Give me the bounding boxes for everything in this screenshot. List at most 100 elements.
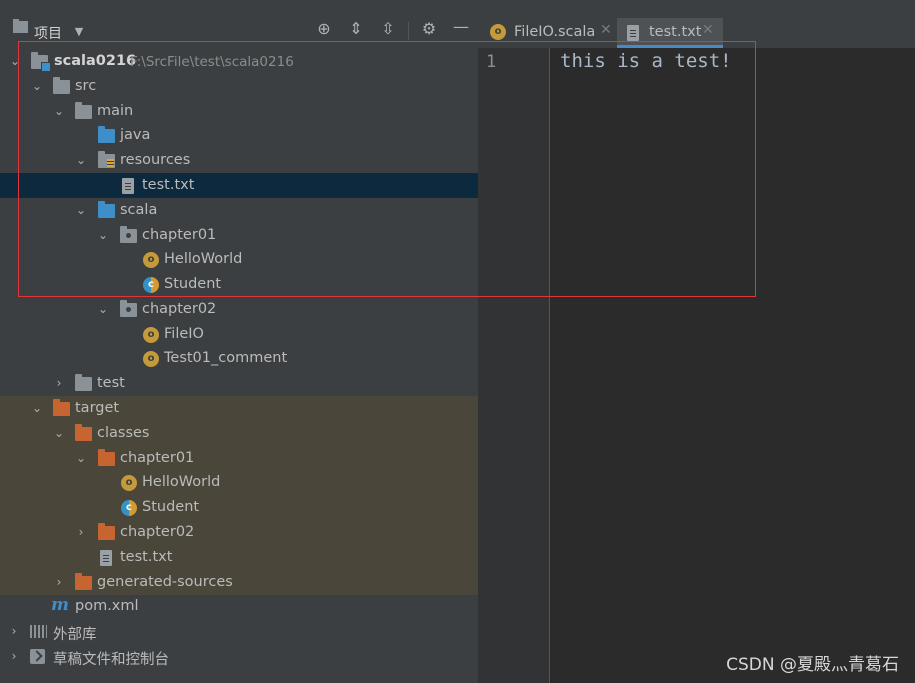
tree-item-folder[interactable]: ⌄ resources bbox=[0, 148, 478, 173]
tree-item-excluded-folder[interactable]: ⌄ chapter01 bbox=[0, 446, 478, 471]
chevron-right-icon[interactable]: › bbox=[7, 624, 21, 638]
excluded-folder-icon bbox=[53, 399, 70, 416]
scala-object-icon: o bbox=[143, 351, 159, 367]
chevron-right-icon[interactable]: › bbox=[52, 575, 66, 589]
project-view-icon[interactable] bbox=[12, 19, 30, 37]
code-line[interactable]: this is a test! bbox=[560, 50, 732, 72]
tree-item-package[interactable]: ⌄ chapter01 bbox=[0, 223, 478, 248]
locate-file-icon[interactable]: ⊕ bbox=[315, 20, 333, 38]
chevron-down-icon[interactable]: ⌄ bbox=[96, 228, 110, 242]
tree-item-external-libraries[interactable]: › 外部库 bbox=[0, 619, 478, 644]
chevron-down-icon[interactable]: ⌄ bbox=[74, 153, 88, 167]
chevron-down-icon[interactable]: ⌄ bbox=[52, 426, 66, 440]
text-file-icon bbox=[122, 178, 134, 194]
tree-item-label: chapter01 bbox=[142, 227, 217, 243]
tree-item-excluded-folder[interactable]: ⌄ classes bbox=[0, 421, 478, 446]
chevron-right-icon[interactable]: › bbox=[7, 649, 21, 663]
tree-item-file-selected[interactable]: test.txt bbox=[0, 173, 478, 198]
folder-icon bbox=[75, 102, 92, 119]
text-file-icon bbox=[100, 550, 112, 566]
tree-item-module[interactable]: ⌄ scala0216 F:\SrcFile\test\scala0216 bbox=[0, 49, 478, 74]
tab-test-txt[interactable]: test.txt ✕ bbox=[617, 18, 723, 48]
editor-tabs: o FileIO.scala ✕ test.txt ✕ bbox=[478, 8, 915, 48]
module-folder-icon bbox=[31, 52, 51, 72]
chevron-down-icon[interactable]: ⌄ bbox=[8, 54, 22, 68]
expand-all-icon[interactable]: ⇕ bbox=[347, 20, 365, 38]
project-view-title[interactable]: 项目 bbox=[34, 23, 62, 43]
tree-item-label: test bbox=[97, 375, 125, 391]
tree-item-label: java bbox=[120, 127, 151, 143]
tree-item-excluded-folder[interactable]: › chapter02 bbox=[0, 520, 478, 545]
gear-icon[interactable]: ⚙ bbox=[420, 20, 438, 38]
dropdown-arrow-icon[interactable]: ▼ bbox=[70, 23, 88, 41]
tree-item-label: main bbox=[97, 103, 134, 119]
tree-item-label: generated-sources bbox=[97, 574, 233, 590]
tree-item-label: chapter02 bbox=[142, 301, 217, 317]
scala-object-icon: o bbox=[121, 475, 137, 491]
text-file-icon bbox=[627, 25, 639, 41]
tree-item-label: src bbox=[75, 78, 97, 94]
tree-item-label: HelloWorld bbox=[142, 474, 221, 490]
library-icon bbox=[30, 625, 47, 638]
chevron-down-icon[interactable]: ⌄ bbox=[74, 203, 88, 217]
tree-item-object[interactable]: o Test01_comment bbox=[0, 346, 478, 371]
line-number: 1 bbox=[486, 52, 497, 72]
scala-object-icon: o bbox=[490, 24, 506, 40]
tree-item-label: 草稿文件和控制台 bbox=[53, 652, 169, 668]
tree-item-class[interactable]: c Student bbox=[0, 272, 478, 297]
tree-item-label: resources bbox=[120, 152, 191, 168]
folder-icon bbox=[53, 77, 70, 94]
tab-fileio-scala[interactable]: o FileIO.scala ✕ bbox=[484, 18, 616, 48]
navigation-bar bbox=[0, 0, 915, 8]
chevron-down-icon[interactable]: ⌄ bbox=[52, 104, 66, 118]
tree-item-label: Student bbox=[142, 499, 200, 515]
tree-item-label: Test01_comment bbox=[164, 350, 288, 366]
chevron-right-icon[interactable]: › bbox=[74, 525, 88, 539]
tree-item-label: 外部库 bbox=[53, 627, 97, 643]
tree-item-folder[interactable]: › test bbox=[0, 371, 478, 396]
tree-item-package[interactable]: ⌄ chapter02 bbox=[0, 297, 478, 322]
chevron-down-icon[interactable]: ⌄ bbox=[30, 401, 44, 415]
resources-folder-icon bbox=[98, 151, 115, 168]
collapse-all-icon[interactable]: ⇳ bbox=[379, 20, 397, 38]
chevron-down-icon[interactable]: ⌄ bbox=[30, 79, 44, 93]
excluded-folder-icon bbox=[98, 449, 115, 466]
chevron-down-icon[interactable]: ⌄ bbox=[74, 451, 88, 465]
tab-label: test.txt bbox=[649, 24, 702, 40]
tree-item-folder[interactable]: ⌄ main bbox=[0, 99, 478, 124]
excluded-folder-icon bbox=[75, 573, 92, 590]
tree-item-label: chapter01 bbox=[120, 450, 195, 466]
maven-icon: m bbox=[51, 595, 69, 615]
scala-class-icon: c bbox=[143, 277, 159, 293]
editor-area[interactable]: 1 this is a test! bbox=[478, 48, 915, 683]
tree-item-excluded-folder[interactable]: › generated-sources bbox=[0, 570, 478, 595]
chevron-right-icon[interactable]: › bbox=[52, 376, 66, 390]
package-icon bbox=[120, 300, 137, 317]
tree-item-object[interactable]: o HelloWorld bbox=[0, 470, 478, 495]
folder-icon bbox=[75, 374, 92, 391]
module-path: F:\SrcFile\test\scala0216 bbox=[130, 54, 294, 70]
excluded-folder-icon bbox=[75, 424, 92, 441]
tree-item-object[interactable]: o HelloWorld bbox=[0, 247, 478, 272]
tree-item-object[interactable]: o FileIO bbox=[0, 322, 478, 347]
close-icon[interactable]: ✕ bbox=[600, 22, 612, 38]
chevron-down-icon[interactable]: ⌄ bbox=[96, 302, 110, 316]
close-icon[interactable]: ✕ bbox=[702, 22, 714, 38]
tree-item-excluded-folder[interactable]: ⌄ target bbox=[0, 396, 478, 421]
tree-item-label: test.txt bbox=[120, 549, 173, 565]
tree-item-label: HelloWorld bbox=[164, 251, 243, 267]
tab-label: FileIO.scala bbox=[514, 24, 596, 40]
tree-item-folder[interactable]: ⌄ src bbox=[0, 74, 478, 99]
scala-object-icon: o bbox=[143, 327, 159, 343]
tree-item-file[interactable]: m pom.xml bbox=[0, 594, 478, 619]
tree-item-folder[interactable]: ⌄ scala bbox=[0, 198, 478, 223]
scratch-icon bbox=[30, 649, 45, 664]
tree-item-file[interactable]: test.txt bbox=[0, 545, 478, 570]
tree-item-class[interactable]: c Student bbox=[0, 495, 478, 520]
tree-item-scratches[interactable]: › 草稿文件和控制台 bbox=[0, 644, 478, 669]
hide-panel-icon[interactable]: — bbox=[452, 18, 470, 36]
tree-item-folder[interactable]: java bbox=[0, 123, 478, 148]
line-gutter: 1 bbox=[478, 48, 550, 683]
source-folder-icon bbox=[98, 201, 115, 218]
tree-item-label: scala0216 bbox=[54, 53, 137, 69]
